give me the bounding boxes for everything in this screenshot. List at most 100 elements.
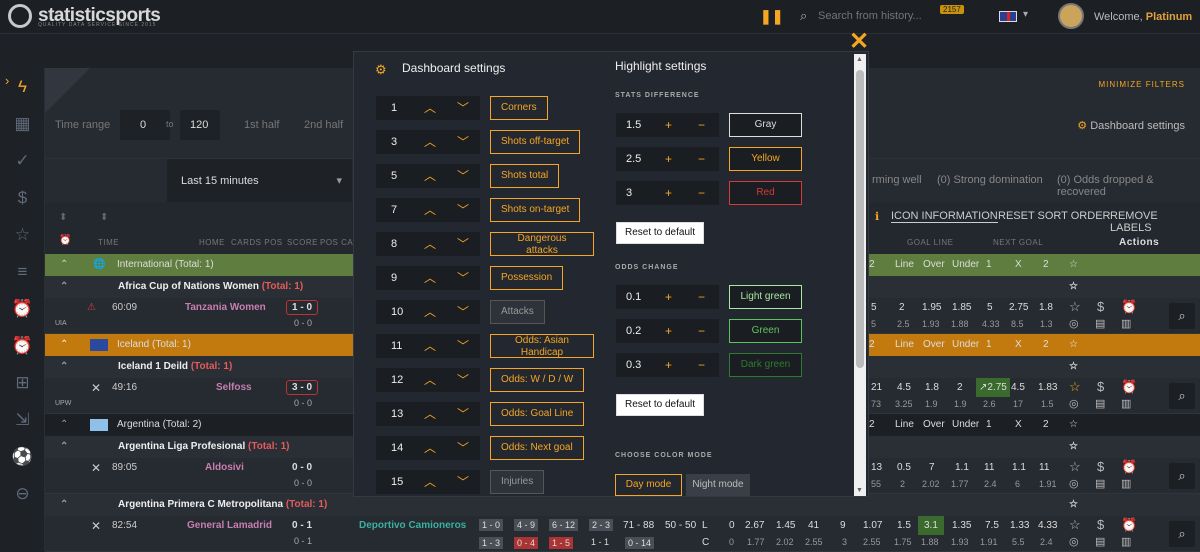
item-toggle[interactable]: Shots on-target: [490, 198, 581, 222]
instagram-icon[interactable]: ◎: [1069, 535, 1079, 548]
dashboard-settings-button[interactable]: ⚙ Dashboard settings: [1077, 119, 1185, 132]
chevron-down-icon[interactable]: ﹀: [457, 402, 469, 426]
chevron-up-icon[interactable]: ︿: [424, 164, 436, 188]
avatar[interactable]: [1058, 3, 1084, 29]
alarm-icon[interactable]: ⏰: [1121, 299, 1137, 315]
import-icon[interactable]: ⇲: [0, 401, 45, 438]
league-row[interactable]: ⌃ Argentina Primera C Metropolitana (Tot…: [45, 494, 1200, 516]
clipboard-icon[interactable]: ▤: [1095, 535, 1105, 548]
clipboard-icon[interactable]: ▤: [1095, 317, 1105, 330]
period-select[interactable]: Last 15 minutes ▾: [167, 159, 352, 203]
dollar-icon[interactable]: $: [1097, 299, 1104, 314]
minus-icon[interactable]: −: [698, 113, 705, 137]
chevron-down-icon[interactable]: ﹀: [457, 232, 469, 256]
star-icon[interactable]: ☆: [1069, 299, 1081, 315]
minus-icon[interactable]: −: [698, 181, 705, 205]
star-icon[interactable]: ☆: [1069, 517, 1081, 533]
alarm-alert-icon[interactable]: ⏰: [0, 327, 45, 364]
search-icon[interactable]: ⌕: [1169, 521, 1195, 547]
sort-icon[interactable]: ⬍: [100, 212, 108, 223]
item-toggle[interactable]: Odds: W / D / W: [490, 368, 585, 392]
star-icon[interactable]: ☆: [1069, 356, 1078, 378]
minus-circle-icon[interactable]: ⊖: [0, 475, 45, 512]
plus-icon[interactable]: +: [665, 319, 672, 343]
second-half-button[interactable]: 2nd half: [304, 119, 343, 131]
chevron-down-icon[interactable]: ▾: [1023, 9, 1028, 20]
time-from-input[interactable]: 0: [120, 110, 170, 140]
item-toggle[interactable]: Shots off-target: [490, 130, 581, 154]
night-mode-button[interactable]: Night mode: [686, 474, 750, 496]
star-icon[interactable]: ☆: [1069, 459, 1081, 475]
search-icon[interactable]: ⌕: [1169, 383, 1195, 409]
col-home[interactable]: HOME: [199, 238, 225, 247]
minus-icon[interactable]: −: [698, 147, 705, 171]
clipboard-icon[interactable]: ▤: [1095, 397, 1105, 410]
color-button[interactable]: Yellow: [729, 147, 802, 171]
reset-stats-button[interactable]: Reset to default: [616, 222, 704, 244]
close-icon[interactable]: ✕: [849, 27, 869, 56]
plus-icon[interactable]: +: [665, 147, 672, 171]
plus-icon[interactable]: +: [665, 181, 672, 205]
badge-check-icon[interactable]: ✓: [0, 142, 45, 179]
chevron-down-icon[interactable]: ﹀: [457, 164, 469, 188]
plus-icon[interactable]: +: [665, 353, 672, 377]
item-toggle[interactable]: Dangerous attacks: [490, 232, 594, 256]
pause-icon[interactable]: ❚❚: [760, 8, 783, 25]
minus-icon[interactable]: −: [698, 353, 705, 377]
scrollbar-thumb[interactable]: [856, 70, 864, 368]
ball-icon[interactable]: ⚽: [0, 438, 45, 475]
item-toggle[interactable]: Odds: Goal Line: [490, 402, 585, 426]
reset-odds-button[interactable]: Reset to default: [616, 394, 704, 416]
color-button[interactable]: Light green: [729, 285, 802, 309]
col-next-goal[interactable]: NEXT GOAL: [993, 238, 1043, 247]
clipboard-icon[interactable]: ▤: [1095, 477, 1105, 490]
chevron-up-icon[interactable]: ︿: [424, 470, 436, 494]
color-button[interactable]: Dark green: [729, 353, 802, 377]
chevron-up-icon[interactable]: ︿: [424, 436, 436, 460]
star-icon[interactable]: ☆: [1069, 379, 1081, 395]
chevron-down-icon[interactable]: ﹀: [457, 300, 469, 324]
chevron-up-icon[interactable]: ︿: [424, 334, 436, 358]
star-icon[interactable]: ☆: [1069, 276, 1078, 298]
item-toggle[interactable]: Attacks: [490, 300, 545, 324]
filter-odds-dropped[interactable]: (0) Odds dropped & recovered: [1057, 174, 1200, 198]
reset-sort-link[interactable]: RESET SORT ORDER: [998, 210, 1110, 222]
color-button[interactable]: Red: [729, 181, 802, 205]
table-row[interactable]: ✕ 82:54 General Lamadrid 0 - 1 0 - 1 Dep…: [45, 516, 1200, 552]
star-icon[interactable]: ☆: [1069, 436, 1078, 458]
chevron-up-icon[interactable]: ︿: [424, 300, 436, 324]
chevron-up-icon[interactable]: ︿: [424, 130, 436, 154]
expand-corner[interactable]: ›: [5, 68, 90, 113]
item-toggle[interactable]: Injuries: [490, 470, 545, 494]
dollar-icon[interactable]: $: [0, 179, 45, 216]
remove-labels-link[interactable]: REMOVE LABELS: [1110, 210, 1200, 234]
minus-icon[interactable]: −: [698, 319, 705, 343]
chevron-up-icon[interactable]: ︿: [424, 198, 436, 222]
scroll-up-icon[interactable]: ▲: [856, 56, 863, 63]
alarm-icon[interactable]: ⏰: [1121, 379, 1137, 395]
close-icon[interactable]: ✕: [91, 381, 101, 395]
plus-icon[interactable]: +: [665, 285, 672, 309]
search-icon[interactable]: ⌕: [1169, 303, 1195, 329]
star-icon[interactable]: ☆: [1069, 334, 1078, 356]
star-icon[interactable]: ☆: [0, 216, 45, 253]
chevron-down-icon[interactable]: ﹀: [457, 266, 469, 290]
search-input[interactable]: [818, 7, 958, 25]
day-mode-button[interactable]: Day mode: [615, 474, 682, 496]
calendar-icon[interactable]: ▦: [0, 105, 45, 142]
filter-performing-well[interactable]: rming well: [872, 174, 922, 186]
close-icon[interactable]: ✕: [91, 461, 101, 475]
col-cards-pos[interactable]: CARDS POS: [231, 238, 283, 247]
dollar-icon[interactable]: $: [1097, 379, 1104, 394]
alarm-icon[interactable]: ⏰: [1121, 459, 1137, 475]
instagram-icon[interactable]: ◎: [1069, 397, 1079, 410]
uk-flag-icon[interactable]: [999, 11, 1017, 22]
col-pos-ca[interactable]: POS CA: [320, 238, 353, 247]
chevron-down-icon[interactable]: ﹀: [457, 436, 469, 460]
bar-chart-icon[interactable]: ▥: [1121, 535, 1131, 548]
chevron-down-icon[interactable]: ﹀: [457, 334, 469, 358]
bar-chart-icon[interactable]: ▥: [1121, 397, 1131, 410]
star-icon[interactable]: ☆: [1069, 494, 1078, 516]
item-toggle[interactable]: Corners: [490, 96, 548, 120]
first-half-button[interactable]: 1st half: [244, 119, 279, 131]
